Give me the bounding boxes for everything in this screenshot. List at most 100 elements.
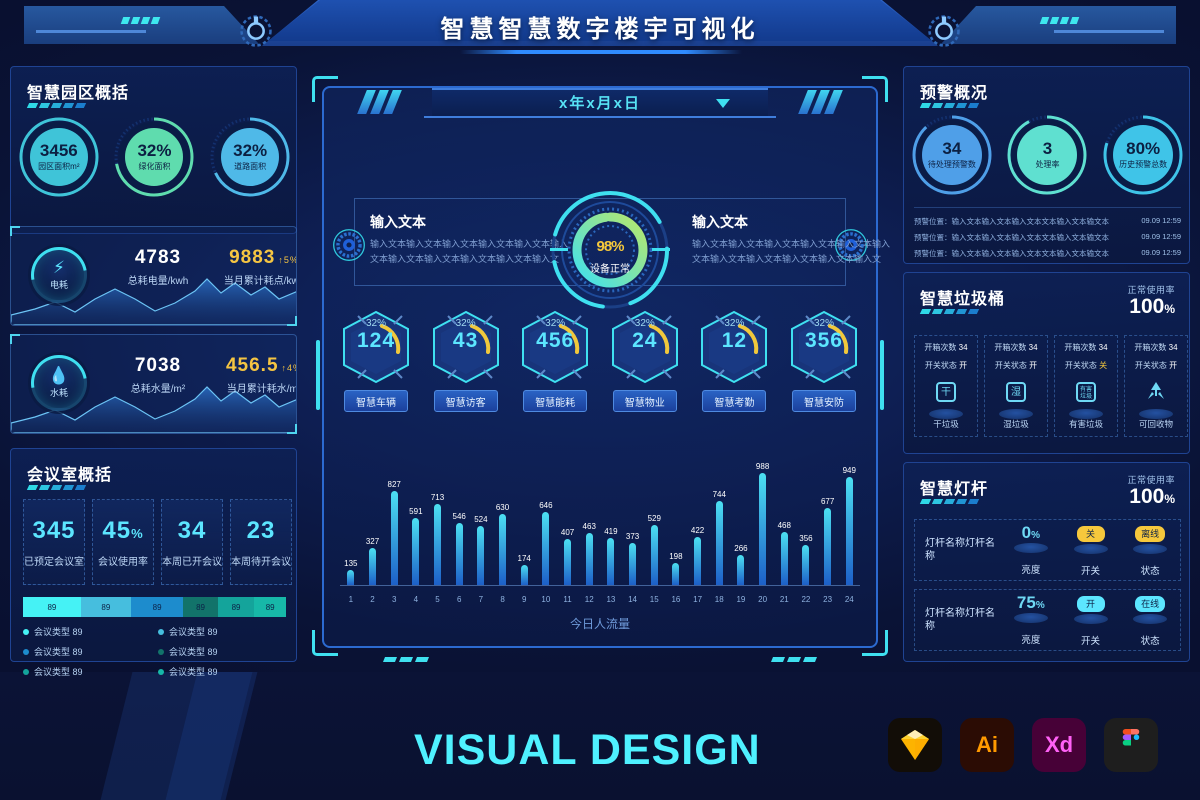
chart-bar-col-7[interactable]: 630 xyxy=(492,447,514,585)
chart-bar-col-19[interactable]: 988 xyxy=(752,447,774,585)
chart-bar-8 xyxy=(520,565,528,585)
lamp-brightness-label-1: 亮度 xyxy=(1021,635,1041,646)
gauge-number: 98 xyxy=(596,238,612,255)
chart-x-label-5: 6 xyxy=(456,595,462,604)
electric-stats: 4783 总耗电量/kwh 9883↑5% 当月累计耗点/kwh xyxy=(115,247,296,287)
lamp-status-disc-0 xyxy=(1133,543,1168,554)
lamp-brightness-label-0: 亮度 xyxy=(1021,565,1041,576)
trash-rate: 正常使用率 100% xyxy=(1127,283,1175,318)
chart-bar-col-3[interactable]: 591 xyxy=(405,447,427,585)
chart-bar-col-1[interactable]: 327 xyxy=(362,447,384,585)
trash-card-2[interactable]: 开箱次数 34 开关状态 关 有害 垃圾 有害垃圾 xyxy=(1054,335,1118,437)
chart-bar-14 xyxy=(650,525,658,585)
hex-metric-3[interactable]: 32% 24 智慧物业 xyxy=(605,308,685,412)
chart-bar-col-8[interactable]: 174 xyxy=(513,447,535,585)
chart-bar-value-23: 949 xyxy=(842,466,856,476)
alert-ring-1: 3 处理率 xyxy=(1005,113,1089,197)
chart-bar-col-9[interactable]: 646 xyxy=(535,447,557,585)
chart-bar-col-12[interactable]: 419 xyxy=(600,447,622,585)
chart-bar-col-2[interactable]: 827 xyxy=(383,447,405,585)
alert-row-1[interactable]: 预警位置：输入文本输入文本输入文本文本输入文本输文本 09.09 12:59 xyxy=(914,232,1181,243)
lamp-switch-label-1: 开关 xyxy=(1081,635,1101,647)
lamp-rate-unit: % xyxy=(1164,492,1175,506)
alert-row-text-0: 预警位置：输入文本输入文本输入文本文本输入文本输文本 xyxy=(914,217,1109,226)
chart-bar-col-4[interactable]: 713 xyxy=(427,447,449,585)
park-ring-2: 32% 道路面积 xyxy=(208,115,292,199)
lamp-brightness-0: 0% 亮度 xyxy=(1001,524,1061,576)
meeting-card-3[interactable]: 23 本周待开会议 xyxy=(230,499,292,585)
hex-button-2[interactable]: 智慧能耗 xyxy=(523,390,588,412)
chart-bar-col-14[interactable]: 529 xyxy=(643,447,665,585)
hex-button-1[interactable]: 智慧访客 xyxy=(433,390,498,412)
meeting-card-1[interactable]: 45% 会议使用率 xyxy=(92,499,154,585)
chart-bar-col-5[interactable]: 546 xyxy=(448,447,470,585)
chart-bar-col-13[interactable]: 373 xyxy=(622,447,644,585)
hex-readout-0: 32% 124 xyxy=(336,318,416,352)
chart-x-label-6: 7 xyxy=(478,595,484,604)
chart-bar-col-0[interactable]: 135 xyxy=(340,447,362,585)
svg-text:垃圾: 垃圾 xyxy=(1080,392,1092,400)
hex-button-4[interactable]: 智慧考勤 xyxy=(702,390,767,412)
chart-bar-11 xyxy=(585,532,593,585)
chart-x-label-18: 19 xyxy=(736,595,746,604)
lamp-row-0[interactable]: 灯杆名称灯杆名称 0% 亮度 关 开关 离线 状态 xyxy=(914,519,1181,581)
lamp-switch-0[interactable]: 关 开关 xyxy=(1061,524,1121,577)
chart-bar-value-21: 356 xyxy=(799,533,813,543)
alert-row-2[interactable]: 预警位置：输入文本输入文本输入文本文本输入文本输文本 09.09 12:59 xyxy=(914,248,1181,259)
electric-month-label: 当月累计耗点/kwh xyxy=(223,276,296,287)
meeting-segment-1[interactable]: 89 xyxy=(80,597,131,617)
alert-row-time-2: 09.09 12:59 xyxy=(1141,248,1181,257)
legend-dot-icon xyxy=(23,648,29,655)
hex-metric-1[interactable]: 32% 43 智慧访客 xyxy=(426,308,506,412)
meeting-segment-3[interactable]: 89 xyxy=(183,597,218,617)
lamp-row-1[interactable]: 灯杆名称灯杆名称 75% 亮度 开 开关 在线 状态 xyxy=(914,589,1181,651)
trash-card-1[interactable]: 开箱次数 34 开关状态 开 湿 湿垃圾 xyxy=(984,335,1048,437)
chart-x-label-9: 10 xyxy=(541,595,551,604)
hex-metric-4[interactable]: 32% 12 智慧考勤 xyxy=(694,308,774,412)
lamp-switch-1[interactable]: 开 开关 xyxy=(1061,594,1121,647)
chart-bar-col-18[interactable]: 266 xyxy=(730,447,752,585)
trash-card-0[interactable]: 开箱次数 34 开关状态 开 干 干垃圾 xyxy=(914,335,978,437)
chart-bar-col-17[interactable]: 744 xyxy=(708,447,730,585)
meeting-card-0[interactable]: 345 已预定会议室 xyxy=(23,499,85,585)
meeting-segment-4[interactable]: 89 xyxy=(217,597,255,617)
chart-bar-col-11[interactable]: 463 xyxy=(578,447,600,585)
date-selector[interactable]: x年x月x日 xyxy=(432,88,768,116)
hex-readout-3: 32% 24 xyxy=(605,318,685,352)
chart-bar-col-6[interactable]: 524 xyxy=(470,447,492,585)
hex-button-0[interactable]: 智慧车辆 xyxy=(344,390,408,412)
center-bottom-ticks-right xyxy=(770,657,818,662)
svg-text:干: 干 xyxy=(941,387,951,398)
hex-button-3[interactable]: 智慧物业 xyxy=(612,390,677,412)
center-corner-bl xyxy=(312,630,338,656)
chart-bar-col-15[interactable]: 198 xyxy=(665,447,687,585)
meeting-card-value-2: 34 xyxy=(177,516,207,544)
alert-row-0[interactable]: 预警位置：输入文本输入文本输入文本文本输入文本输文本 09.09 12:59 xyxy=(914,216,1181,227)
chart-x-label-2: 3 xyxy=(391,595,397,604)
lamp-switch-state-0: 关 xyxy=(1076,525,1105,542)
water-month-number: 456.5 xyxy=(225,355,279,376)
hex-metric-0[interactable]: 32% 124 智慧车辆 xyxy=(336,308,416,412)
page-title: 智慧智慧数字楼宇可视化 xyxy=(440,15,760,43)
hex-metric-2[interactable]: 32% 456 智慧能耗 xyxy=(515,308,595,412)
trash-card-3[interactable]: 开箱次数 34 开关状态 开 可回收物 xyxy=(1124,335,1188,437)
meeting-card-label-3: 本周待开会议 xyxy=(231,556,291,568)
hex-pct-5: 32% xyxy=(813,318,834,329)
alert-ring-2: 80% 历史预警总数 xyxy=(1101,113,1185,197)
chart-bar-col-21[interactable]: 356 xyxy=(795,447,817,585)
chart-bar-col-16[interactable]: 422 xyxy=(687,447,709,585)
hex-metric-5[interactable]: 32% 356 智慧安防 xyxy=(784,308,864,412)
hex-button-5[interactable]: 智慧安防 xyxy=(791,390,856,412)
chart-bar-col-22[interactable]: 677 xyxy=(817,447,839,585)
meeting-segment-5[interactable]: 89 xyxy=(254,597,286,617)
chart-bar-col-10[interactable]: 407 xyxy=(557,447,579,585)
chart-bar-18 xyxy=(737,554,745,585)
meeting-segment-0[interactable]: 89 xyxy=(23,597,81,617)
title-accent-alerts xyxy=(919,103,980,108)
chart-bar-col-23[interactable]: 949 xyxy=(838,447,860,585)
chevron-down-icon[interactable] xyxy=(716,99,730,108)
chart-bar-col-20[interactable]: 468 xyxy=(773,447,795,585)
meeting-segment-2[interactable]: 89 xyxy=(130,597,184,617)
chart-bar-value-0: 135 xyxy=(344,558,358,568)
meeting-card-2[interactable]: 34 本周已开会议 xyxy=(161,499,223,585)
